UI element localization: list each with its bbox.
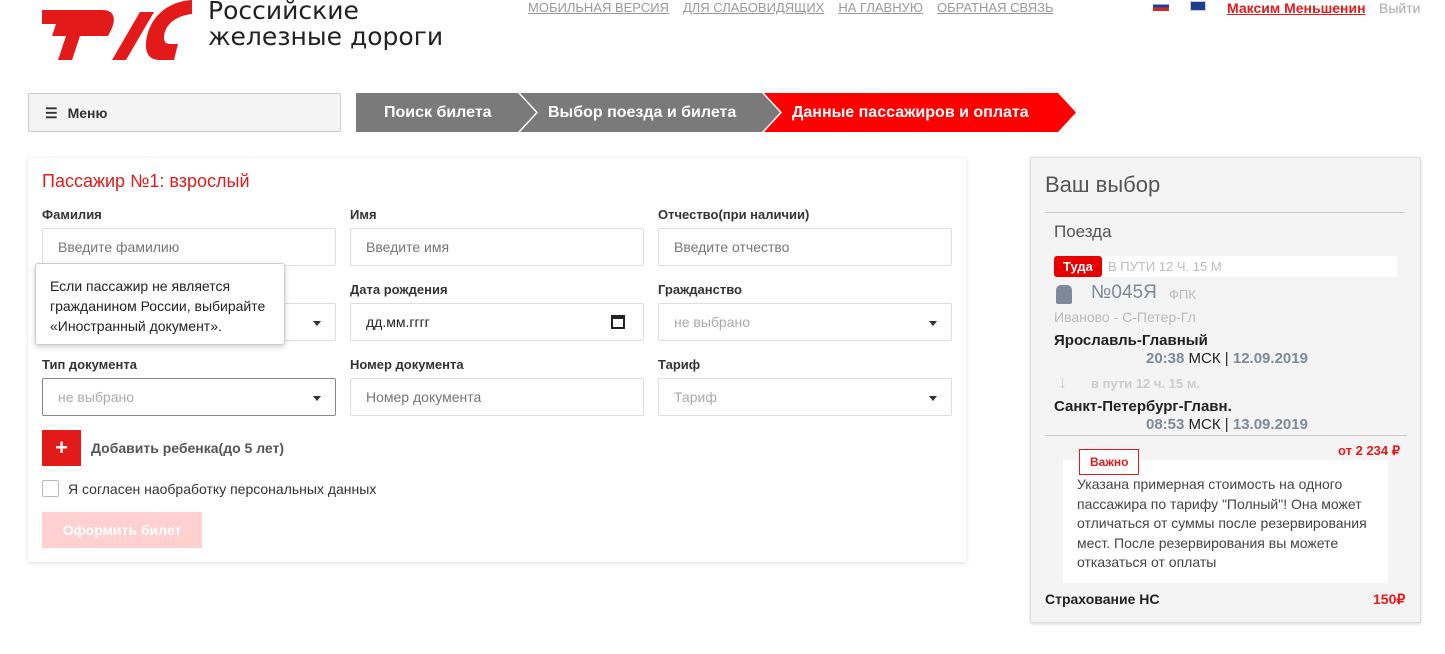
citizenship-label: Гражданство	[658, 282, 742, 297]
hamburger-icon: ☰	[45, 105, 58, 121]
travel-time-caps: В ПУТИ 12 Ч. 15 М	[1108, 259, 1222, 274]
to-time: 08:53	[1146, 416, 1185, 433]
train-icon	[1056, 285, 1072, 304]
step-train[interactable]: Выбор поезда и билета	[520, 93, 780, 132]
tariff-select[interactable]: Тариф	[658, 378, 952, 416]
link-home[interactable]: НА ГЛАВНУЮ	[838, 0, 923, 15]
link-mobile[interactable]: МОБИЛЬНАЯ ВЕРСИЯ	[528, 0, 669, 15]
menu-button[interactable]: ☰ Меню	[28, 93, 341, 132]
flag-uk-icon[interactable]	[1190, 1, 1206, 11]
section-title: Поезда	[1054, 222, 1112, 241]
train-number[interactable]: №045Я	[1091, 282, 1157, 304]
to-date: 13.09.2019	[1232, 416, 1308, 433]
add-child-label[interactable]: Добавить ребенка(до 5 лет)	[91, 440, 284, 456]
from-date: 12.09.2019	[1232, 350, 1308, 367]
link-feedback[interactable]: ОБРАТНАЯ СВЯЗЬ	[937, 0, 1054, 15]
arrow-down-icon: ↓	[1058, 372, 1067, 392]
route: Иваново - С-Петер-Гл	[1054, 309, 1196, 325]
to-tz: МСК	[1188, 416, 1221, 433]
tariff-label: Тариф	[658, 357, 701, 372]
step-passengers: Данные пассажиров и оплата	[764, 93, 1076, 132]
citizenship-tooltip: Если пассажир не является гражданином Ро…	[35, 263, 285, 345]
top-links: МОБИЛЬНАЯ ВЕРСИЯ ДЛЯ СЛАБОВИДЯЩИХ НА ГЛА…	[528, 0, 1053, 15]
add-child-button[interactable]: +	[42, 430, 81, 466]
submit-button[interactable]: Оформить билет	[42, 512, 202, 548]
birthdate-label: Дата рождения	[350, 282, 448, 297]
from-station: Ярославль-Главный	[1054, 332, 1208, 349]
link-accessibility[interactable]: ДЛЯ СЛАБОВИДЯЩИХ	[683, 0, 824, 15]
logo-mark-icon	[42, 0, 192, 60]
to-datetime: 08:53 МСК | 13.09.2019	[1146, 416, 1308, 433]
consent-checkbox[interactable]	[42, 480, 59, 497]
divider	[1045, 212, 1405, 213]
carrier: ФПК	[1169, 287, 1196, 302]
direction-bar	[1054, 256, 1397, 277]
step-search[interactable]: Поиск билета	[356, 93, 536, 132]
logo-text: Российские железные дороги	[208, 0, 444, 51]
from-datetime: 20:38 МСК | 12.09.2019	[1146, 350, 1308, 367]
patronymic-input[interactable]	[658, 228, 952, 266]
divider	[1045, 435, 1407, 436]
birthdate-input[interactable]: дд.мм.гггг	[350, 303, 644, 341]
insurance-label: Страхование НС	[1045, 591, 1160, 607]
rzd-logo[interactable]	[42, 0, 192, 60]
price: от 2 234 ₽	[1338, 443, 1401, 458]
summary-title: Ваш выбор	[1045, 172, 1161, 197]
calendar-icon[interactable]	[611, 315, 625, 329]
surname-label: Фамилия	[42, 207, 102, 222]
plus-icon: +	[55, 435, 68, 460]
doc-number-label: Номер документа	[350, 357, 464, 372]
doc-number-input[interactable]	[350, 378, 644, 416]
doc-type-label: Тип документа	[42, 357, 137, 372]
birthdate-value: дд.мм.гггг	[366, 314, 430, 330]
user-name-link[interactable]: Максим Меньшенин	[1227, 0, 1366, 16]
direction-badge: Туда	[1054, 256, 1102, 277]
insurance-price: 150₽	[1373, 591, 1406, 607]
name-input[interactable]	[350, 228, 644, 266]
patronymic-label: Отчество(при наличии)	[658, 207, 810, 222]
logout-link[interactable]: Выйти	[1379, 0, 1420, 16]
from-tz: МСК	[1188, 350, 1221, 367]
menu-label: Меню	[67, 105, 108, 121]
from-time: 20:38	[1146, 350, 1185, 367]
passenger-title: Пассажир №1: взрослый	[42, 171, 250, 191]
note-text: Указана примерная стоимость на одного па…	[1077, 476, 1367, 570]
doc-type-select[interactable]: не выбрано	[42, 378, 336, 416]
consent-label[interactable]: Я согласен наобработку персональных данн…	[68, 481, 376, 497]
passenger-form-card	[28, 158, 966, 562]
progress-steps: Поиск билета Выбор поезда и билета Данны…	[356, 93, 1060, 132]
flag-ru-icon[interactable]	[1153, 1, 1169, 11]
important-badge: Важно	[1079, 449, 1140, 475]
surname-input[interactable]	[42, 228, 336, 266]
name-label: Имя	[350, 207, 377, 222]
to-station: Санкт-Петербург-Главн.	[1054, 398, 1232, 415]
travel-time: в пути 12 ч. 15 м.	[1091, 376, 1200, 391]
citizenship-select[interactable]: не выбрано	[658, 303, 952, 341]
